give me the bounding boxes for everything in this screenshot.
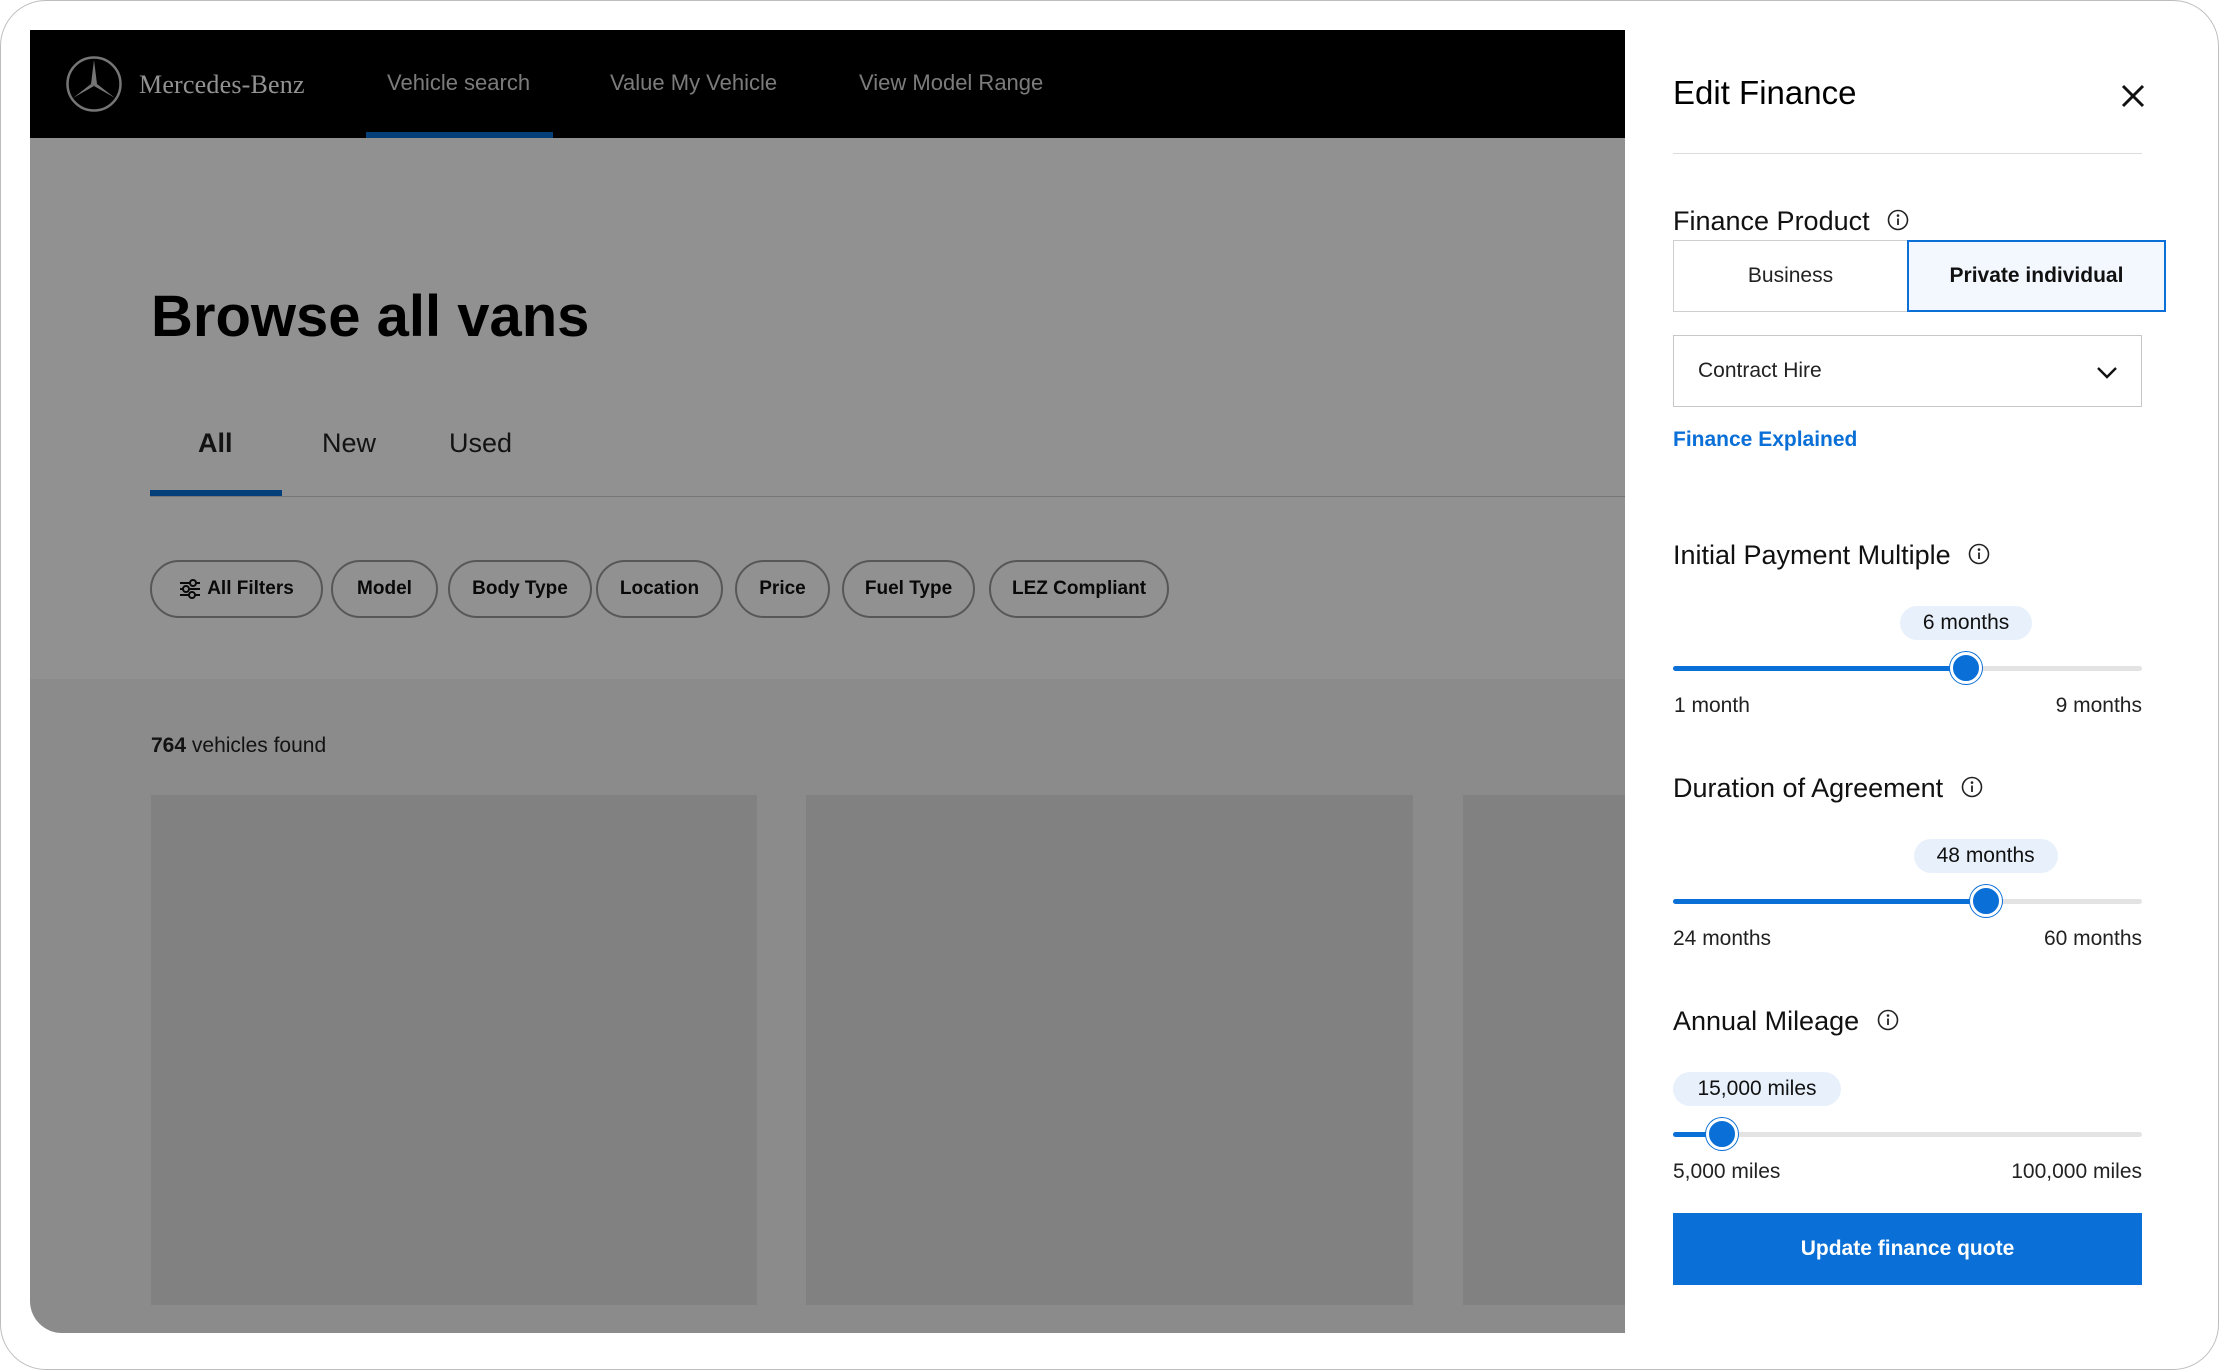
initial-payment-heading: Initial Payment Multiple <box>1673 540 1990 571</box>
initial-payment-min-label: 1 month <box>1674 694 1750 717</box>
initial-payment-slider-thumb[interactable] <box>1950 652 1983 684</box>
segment-private-individual[interactable]: Private individual <box>1907 240 2166 312</box>
mileage-min-label: 5,000 miles <box>1673 1160 1781 1183</box>
modal-backdrop[interactable] <box>30 30 1625 1333</box>
mileage-slider-track[interactable] <box>1673 1132 2142 1137</box>
mileage-slider-thumb[interactable] <box>1706 1118 1739 1150</box>
finance-explained-link[interactable]: Finance Explained <box>1673 428 1857 452</box>
duration-title: Duration of Agreement <box>1673 773 1944 803</box>
duration-slider-fill <box>1673 899 1986 904</box>
info-icon[interactable] <box>1961 776 1983 798</box>
panel-title: Edit Finance <box>1673 74 1857 111</box>
app-window: Mercedes-Benz Vehicle search Value My Ve… <box>30 30 2189 1333</box>
mileage-value-badge: 15,000 miles <box>1673 1072 1841 1106</box>
duration-slider-track[interactable] <box>1673 899 2142 904</box>
info-icon[interactable] <box>1887 209 1909 231</box>
mileage-max-label: 100,000 miles <box>2011 1160 2142 1183</box>
initial-payment-max-label: 9 months <box>2055 694 2142 717</box>
close-icon[interactable] <box>2115 78 2151 114</box>
chevron-down-icon <box>2097 367 2117 379</box>
duration-min-label: 24 months <box>1673 927 1772 950</box>
finance-product-title: Finance Product <box>1673 206 1870 236</box>
mileage-heading: Annual Mileage <box>1673 1006 1899 1037</box>
duration-max-label: 60 months <box>2043 927 2142 950</box>
update-finance-quote-button[interactable]: Update finance quote <box>1673 1213 2142 1285</box>
finance-product-select[interactable]: Contract Hire <box>1673 335 2142 407</box>
finance-product-select-value: Contract Hire <box>1698 359 1822 382</box>
duration-heading: Duration of Agreement <box>1673 773 1983 804</box>
panel-divider <box>1673 153 2142 154</box>
edit-finance-panel: Edit Finance Finance Product Business Pr… <box>1625 30 2189 1333</box>
info-icon[interactable] <box>1877 1009 1899 1031</box>
mileage-title: Annual Mileage <box>1673 1006 1860 1036</box>
initial-payment-value-badge: 6 months <box>1900 606 2033 640</box>
duration-value-badge: 48 months <box>1913 839 2058 873</box>
initial-payment-title: Initial Payment Multiple <box>1673 540 1951 570</box>
finance-product-heading: Finance Product <box>1673 206 1909 237</box>
initial-payment-slider-fill <box>1673 666 1967 671</box>
segment-business[interactable]: Business <box>1673 240 1907 312</box>
info-icon[interactable] <box>1968 543 1990 565</box>
initial-payment-slider-track[interactable] <box>1673 666 2142 671</box>
duration-slider-thumb[interactable] <box>1969 885 2002 917</box>
